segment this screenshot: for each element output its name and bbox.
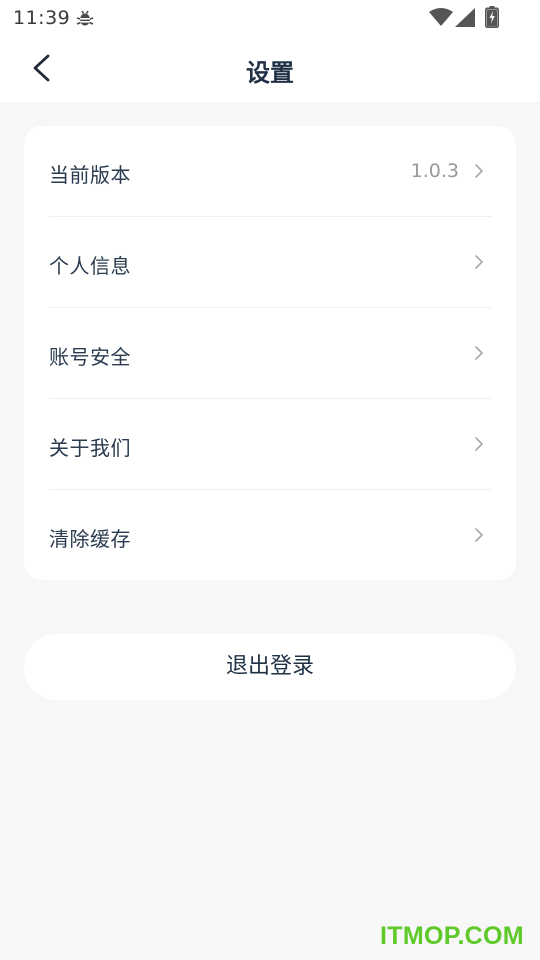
battery-charging-icon [485,6,499,29]
page-title: 设置 [246,59,294,87]
chevron-right-icon [475,528,483,542]
settings-screen: 11:39 设置 当前版本 1.0.3 个人信息 账号安全 关于我们 清除缓存 … [0,0,540,960]
settings-item-label: 个人信息 [49,254,131,278]
settings-item-about-us[interactable]: 关于我们 [49,399,492,490]
version-value: 1.0.3 [410,160,459,182]
settings-item-profile[interactable]: 个人信息 [49,217,492,308]
navigation-bar: 设置 [0,36,540,102]
wifi-icon [429,8,453,26]
status-bar: 11:39 [0,0,540,36]
status-time: 11:39 [13,7,71,29]
bug-icon [76,9,94,27]
watermark-text: ITMOP.COM [380,922,524,950]
settings-list: 当前版本 1.0.3 个人信息 账号安全 关于我们 清除缓存 [24,126,516,580]
settings-item-label: 关于我们 [49,436,131,460]
signal-icon [455,8,475,27]
settings-item-label: 清除缓存 [49,527,131,551]
settings-item-label: 账号安全 [49,345,131,369]
settings-item-clear-cache[interactable]: 清除缓存 [49,490,492,581]
settings-item-version[interactable]: 当前版本 1.0.3 [49,126,492,217]
logout-button[interactable]: 退出登录 [24,634,516,700]
chevron-right-icon [475,255,483,269]
top-app-bar: 11:39 设置 [0,0,540,102]
chevron-right-icon [475,346,483,360]
chevron-right-icon [475,437,483,451]
settings-item-account-security[interactable]: 账号安全 [49,308,492,399]
chevron-right-icon [475,164,483,178]
settings-item-label: 当前版本 [49,163,131,187]
